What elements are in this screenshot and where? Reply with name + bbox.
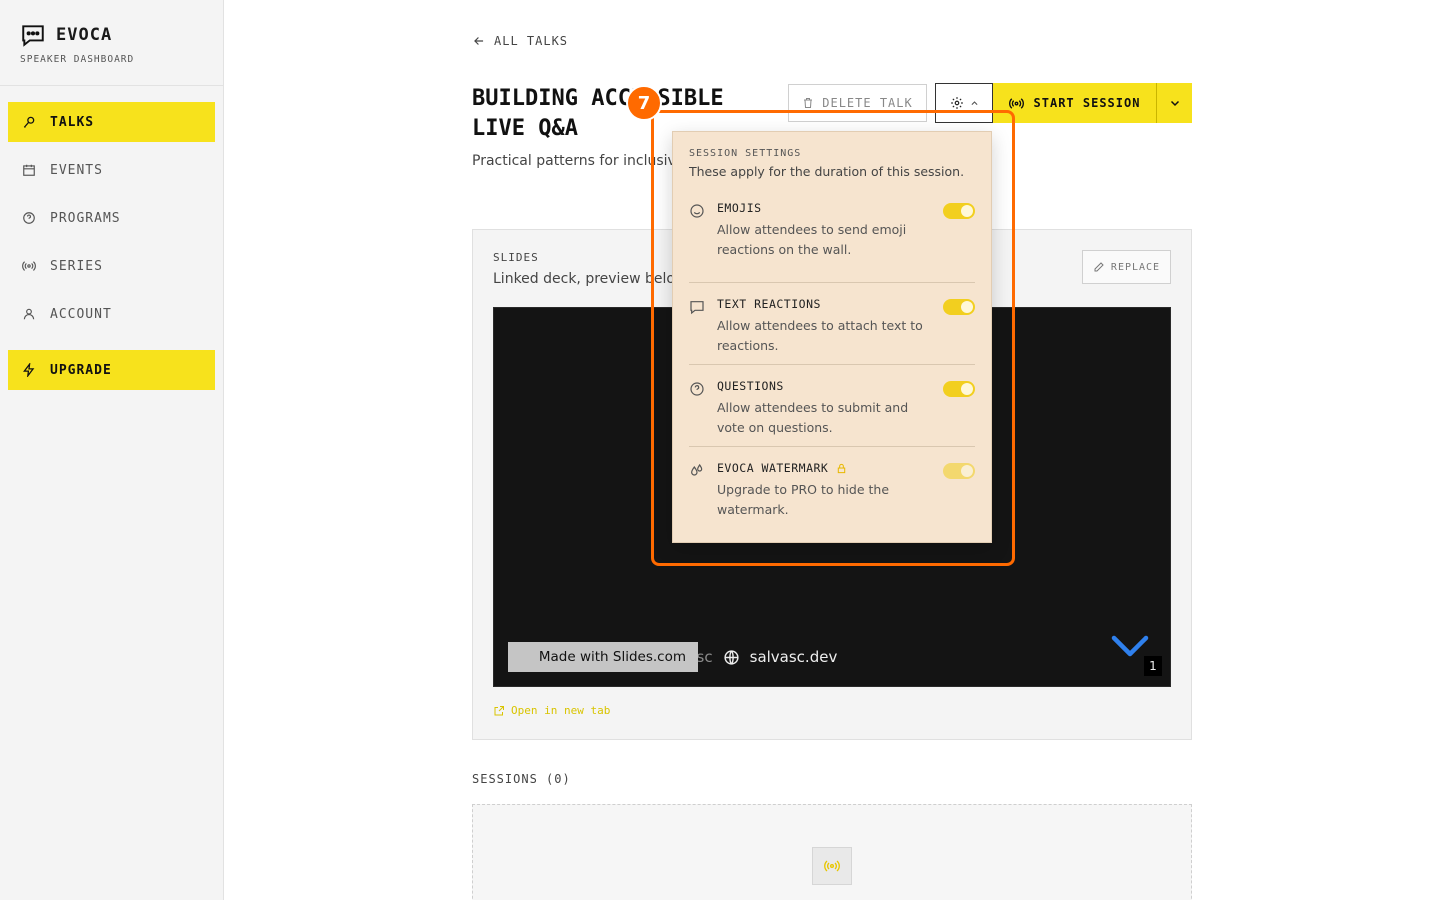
slide-number: 1 [1144,656,1162,676]
sessions-empty-state [472,804,1192,900]
sidebar-item-events[interactable]: EVENTS [8,150,215,190]
external-link-icon [493,705,505,717]
broadcast-icon [812,847,852,885]
trash-icon [802,97,814,109]
sidebar-item-account[interactable]: ACCOUNT [8,294,215,334]
step-marker: 7 [626,85,662,121]
microphone-icon [22,115,36,129]
start-session-button[interactable]: START SESSION [993,83,1156,123]
chevron-down-icon [1169,97,1181,109]
help-circle-icon [22,211,36,225]
start-session-options-button[interactable] [1156,83,1192,123]
sidebar-item-label: EVENTS [50,162,103,178]
open-tab-label: Open in new tab [511,704,611,717]
brand-subtitle: SPEAKER DASHBOARD [20,54,135,65]
sidebar-item-series[interactable]: SERIES [8,246,215,286]
chevron-up-icon [970,99,979,108]
open-in-new-tab-link[interactable]: Open in new tab [493,704,610,717]
brand: EVOCA SPEAKER DASHBOARD [0,0,223,86]
sidebar-item-label: SERIES [50,258,103,274]
sidebar-item-label: PROGRAMS [50,210,121,226]
broadcast-icon [1008,96,1024,111]
sidebar-item-programs[interactable]: PROGRAMS [8,198,215,238]
lightning-icon [22,363,36,377]
broadcast-icon [22,259,36,273]
brand-name: EVOCA [56,25,113,45]
sidebar-item-label: TALKS [50,114,95,130]
social-site: salvasc.dev [749,648,838,666]
delete-talk-label: DELETE TALK [822,96,913,110]
replace-label: REPLACE [1110,261,1161,273]
user-icon [22,307,36,321]
calendar-icon [22,163,36,177]
back-link[interactable]: ALL TALKS [472,34,568,48]
start-session-label: START SESSION [1033,96,1141,110]
pencil-icon [1093,261,1105,273]
back-link-label: ALL TALKS [494,34,569,48]
gear-icon [950,96,964,110]
sidebar-item-upgrade[interactable]: UPGRADE [8,350,215,390]
sidebar-nav: TALKS EVENTS PROGRAMS SERIES ACCOUNT UPG… [0,86,223,390]
chat-bubble-icon [20,22,46,48]
slides-label: SLIDES [493,251,539,264]
highlight-box [651,110,1015,566]
sidebar: EVOCA SPEAKER DASHBOARD TALKS EVENTS PRO… [0,0,224,900]
sidebar-item-talks[interactable]: TALKS [8,102,215,142]
globe-icon [723,649,740,666]
replace-slides-button[interactable]: REPLACE [1082,250,1171,284]
sidebar-item-label: ACCOUNT [50,306,112,322]
made-with-badge[interactable]: Made with Slides.com [508,642,698,672]
sessions-heading: SESSIONS (0) [472,772,571,786]
arrow-left-icon [472,34,486,48]
sidebar-item-label: UPGRADE [50,362,112,378]
